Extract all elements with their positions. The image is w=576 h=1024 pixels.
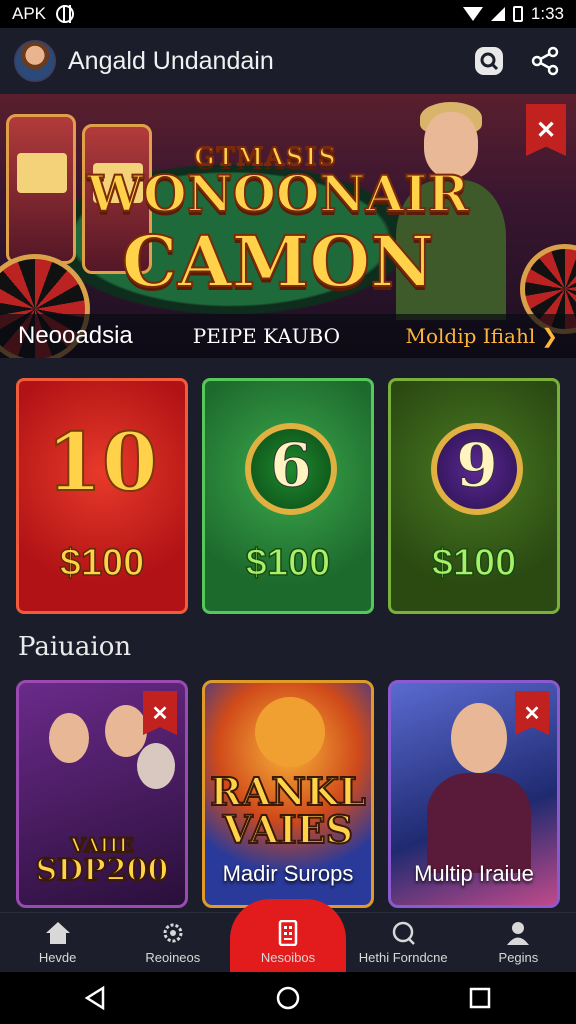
nav-item-profile[interactable]: Pegins — [461, 913, 576, 972]
app-title: Angald Undandain — [68, 46, 274, 75]
nav-label: Pegins — [498, 950, 539, 965]
hero-banner[interactable]: GTMASIS WONOONAIR CAMON ✕ Neooadsia PEIP… — [0, 94, 576, 358]
game-label: Multip Iraiue — [414, 861, 534, 886]
home-button-icon[interactable] — [275, 985, 301, 1011]
hero-caption-left: Neooadsia — [18, 322, 133, 349]
coin-icon: 9 — [431, 423, 523, 515]
search-icon — [392, 921, 416, 945]
search-button[interactable] — [472, 44, 506, 78]
globe-icon — [56, 5, 75, 23]
tile-price: $100 — [431, 541, 517, 585]
game-list: ✕ VAIIE SDP200 RANKL VAIES Madir Surops … — [16, 680, 576, 908]
nav-label: Nesoibos — [260, 950, 316, 965]
tile-price: $100 — [59, 541, 145, 585]
game-title-line2: VAIES — [222, 806, 354, 853]
nav-label: Hethi Forndcne — [358, 950, 448, 965]
status-apk-label: APK — [12, 4, 47, 23]
search-icon — [475, 47, 503, 75]
tile-number: 9 — [456, 431, 499, 502]
hero-title-line3: CAMON — [121, 219, 435, 304]
status-bar: APK 1:33 — [0, 0, 576, 28]
nav-item-settings[interactable]: Reoineos — [115, 913, 230, 972]
app-bar: Angald Undandain — [0, 28, 576, 94]
game-label: Madir Surops — [222, 861, 354, 886]
back-icon[interactable] — [83, 985, 109, 1011]
bonus-tile[interactable]: 6 $100 — [202, 378, 374, 614]
coin-icon: 6 — [245, 423, 337, 515]
hero-more-label: Moldip Ifiahl — [405, 324, 536, 348]
tile-number: 6 — [270, 431, 313, 502]
close-icon[interactable]: ✕ — [515, 691, 549, 735]
bonus-tile[interactable]: 9 $100 — [388, 378, 560, 614]
battery-icon — [512, 6, 523, 22]
slot-machine-icon — [278, 920, 298, 946]
bonus-tile[interactable]: 10 $100 — [16, 378, 188, 614]
game-title-line2: SDP200 — [35, 852, 170, 889]
game-card[interactable]: ✕ VAIIE SDP200 — [16, 680, 188, 908]
nav-item-search[interactable]: Hethi Forndcne — [346, 913, 461, 972]
signal-icon — [490, 7, 505, 21]
avatar[interactable] — [14, 40, 56, 82]
nav-label: Hevde — [38, 950, 77, 965]
bonus-tiles: 10 $100 6 $100 9 $100 — [16, 378, 576, 616]
profile-icon — [507, 922, 530, 945]
system-nav-bar — [0, 972, 576, 1024]
tile-price: $100 — [245, 541, 331, 585]
tile-number: 10 — [45, 414, 158, 510]
share-button[interactable] — [528, 44, 562, 78]
home-icon — [45, 922, 70, 944]
wifi-icon — [462, 7, 483, 21]
hero-caption-strip: Neooadsia PEIPE KAUBO Moldip Ifiahl ❯ — [0, 314, 576, 358]
nav-item-home[interactable]: Hevde — [0, 913, 115, 972]
share-icon — [531, 46, 559, 76]
hero-more-link[interactable]: Moldip Ifiahl ❯ — [406, 324, 558, 348]
gear-icon — [163, 923, 183, 943]
bottom-nav: Hevde Reoineos Nesoibos Hethi Forndcne P… — [0, 899, 576, 972]
nav-label: Reoineos — [145, 950, 201, 965]
close-icon[interactable]: ✕ — [143, 691, 177, 735]
status-time: 1:33 — [530, 4, 564, 23]
game-card[interactable]: ✕ Multip Iraiue — [388, 680, 560, 908]
hero-caption-middle: PEIPE KAUBO — [192, 324, 341, 348]
hero-title-line2: WONOONAIR — [86, 163, 470, 224]
game-card[interactable]: RANKL VAIES Madir Surops — [202, 680, 374, 908]
chevron-right-icon: ❯ — [541, 324, 558, 348]
nav-item-games[interactable]: Nesoibos — [230, 899, 346, 972]
section-title: Paiuaion — [18, 632, 132, 662]
recents-icon[interactable] — [467, 985, 493, 1011]
